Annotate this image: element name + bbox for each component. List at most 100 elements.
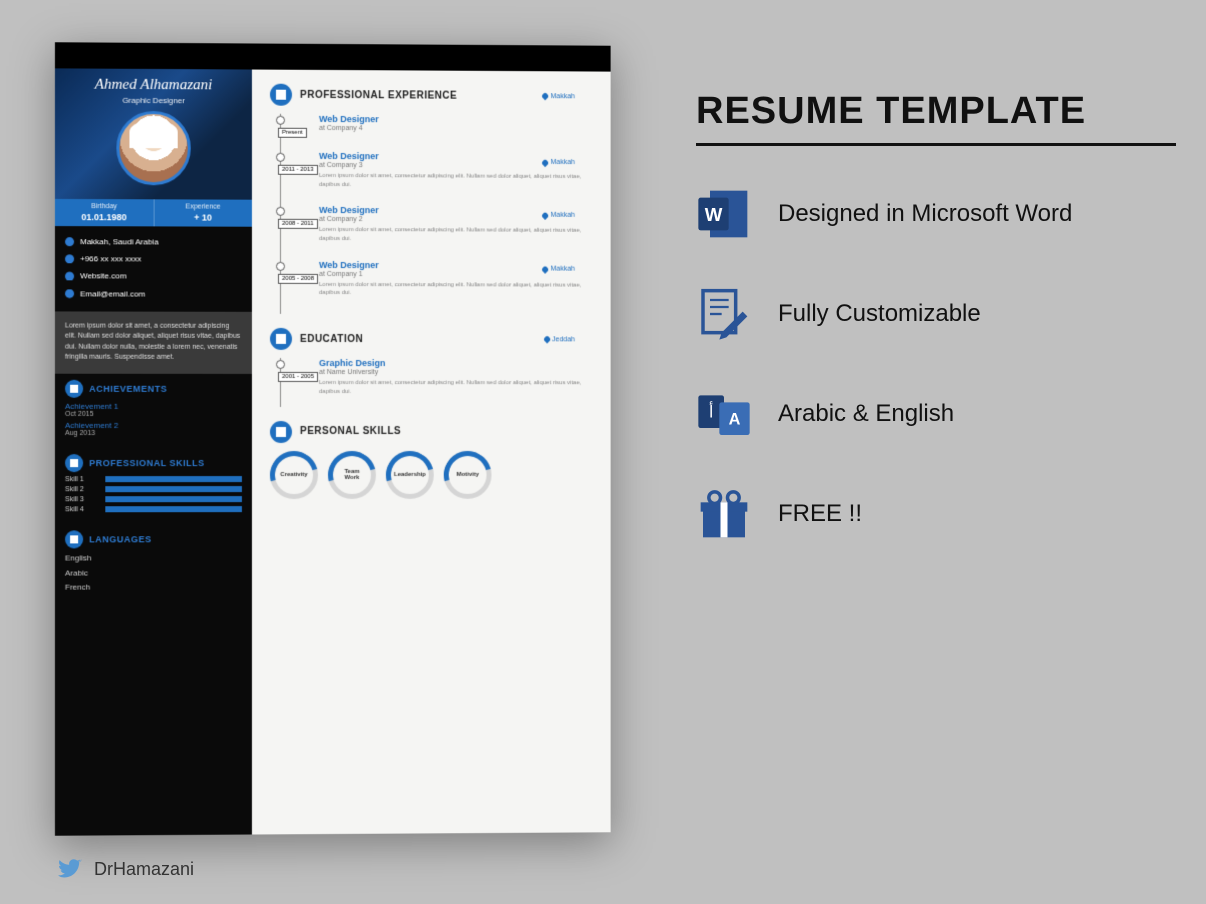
skill-name: Skill 2	[65, 486, 99, 493]
skill-ring: Motivity	[444, 450, 492, 498]
timeline-entry: 2008 - 2011 Web Designer at Company 2 Lo…	[281, 205, 593, 260]
experience-timeline: Present Web Designer at Company 4 Makkah…	[280, 114, 593, 315]
timeline-entry: 2001 - 2005 Graphic Design at Name Unive…	[281, 358, 593, 407]
university: at Name University	[319, 369, 593, 376]
education-timeline: 2001 - 2005 Graphic Design at Name Unive…	[280, 358, 593, 407]
graduation-icon	[270, 328, 292, 350]
achievements-section: ACHIEVEMENTS Achievement 1 Oct 2015 Achi…	[55, 373, 252, 447]
location-tag: Jeddah	[544, 336, 575, 343]
job-title: Web Designer	[319, 205, 593, 216]
prof-skills-section: PROFESSIONAL SKILLS Skill 1 Skill 2 Skil…	[55, 448, 252, 524]
twitter-icon	[56, 856, 82, 882]
company: at Company 1	[319, 271, 593, 279]
contact-website: Website.com	[80, 269, 126, 284]
person-name: Ahmed Alhamazani	[63, 76, 244, 94]
job-desc: Lorem ipsum dolor sit amet, consectetur …	[319, 281, 593, 299]
contact-phone: +966 xx xxx xxxx	[80, 251, 141, 266]
contact-email: Email@email.com	[80, 286, 145, 301]
resume-mockup: Ahmed Alhamazani Graphic Designer Birthd…	[55, 42, 611, 835]
language-item: Arabic	[65, 567, 242, 580]
timeline-dot	[276, 207, 285, 216]
timeline-dot	[276, 153, 285, 162]
svg-text:A: A	[729, 411, 741, 429]
company: at Company 3	[319, 162, 593, 170]
skill-ring: Leadership	[386, 450, 434, 498]
skill-name: Skill 4	[65, 506, 99, 513]
experience-value: + 10	[160, 212, 246, 222]
language-item: French	[65, 582, 242, 595]
feature-label: Arabic & English	[778, 400, 954, 428]
resume-sidebar: Ahmed Alhamazani Graphic Designer Birthd…	[55, 42, 252, 835]
timeline-entry: Present Web Designer at Company 4 Makkah	[281, 114, 593, 152]
job-title: Web Designer	[319, 260, 593, 271]
timeline-entry: 2011 - 2013 Web Designer at Company 3 Lo…	[281, 151, 593, 207]
topbar	[252, 43, 611, 71]
tools-icon	[65, 454, 83, 472]
period-badge: 2001 - 2005	[278, 372, 318, 382]
feature-row: W Designed in Microsoft Word	[696, 186, 1176, 242]
experience-label: Experience	[160, 203, 246, 210]
language-icon: أA	[696, 386, 752, 442]
email-icon	[65, 289, 74, 298]
feature-row: أA Arabic & English	[696, 386, 1176, 442]
skill-rings: Creativity Team Work Leadership Motivity	[270, 450, 593, 498]
achievement-title: Achievement 2	[65, 421, 242, 430]
company: at Company 2	[319, 216, 593, 224]
achievements-title: ACHIEVEMENTS	[89, 384, 167, 394]
prof-skills-title: PROFESSIONAL SKILLS	[89, 458, 204, 468]
languages-section: LANGUAGES English Arabic French	[55, 524, 252, 603]
feature-label: Designed in Microsoft Word	[778, 200, 1072, 228]
timeline-dot	[276, 360, 285, 369]
globe-icon	[65, 530, 83, 548]
resume-main: PROFESSIONAL EXPERIENCE Makkah Present W…	[252, 43, 611, 834]
job-title: Web Designer	[319, 151, 593, 162]
skill-ring: Team Work	[328, 450, 376, 498]
period-badge: Present	[278, 128, 307, 138]
job-title: Web Designer	[319, 114, 593, 125]
period-badge: 2005 - 2008	[278, 274, 318, 284]
personal-skills-title: PERSONAL SKILLS	[300, 426, 401, 437]
period-badge: 2011 - 2013	[278, 165, 318, 175]
svg-text:أ: أ	[709, 402, 714, 422]
twitter-handle: DrHamazani	[56, 856, 194, 882]
birthday-label: Birthday	[61, 203, 147, 210]
website-icon	[65, 272, 74, 281]
pin-icon	[543, 335, 551, 343]
word-icon: W	[696, 186, 752, 242]
edu-desc: Lorem ipsum dolor sit amet, consectetur …	[319, 379, 593, 397]
phone-icon	[65, 254, 74, 263]
job-desc: Lorem ipsum dolor sit amet, consectetur …	[319, 226, 593, 244]
contact-location: Makkah, Saudi Arabia	[80, 234, 158, 249]
promo-panel: RESUME TEMPLATE W Designed in Microsoft …	[696, 90, 1176, 586]
skill-bar	[105, 486, 242, 492]
svg-text:W: W	[705, 204, 723, 225]
skill-bar	[105, 506, 242, 512]
info-band: Birthday 01.01.1980 Experience + 10	[55, 199, 252, 227]
header-card: Ahmed Alhamazani Graphic Designer	[55, 68, 252, 199]
briefcase-icon	[270, 84, 292, 106]
avatar	[116, 111, 190, 186]
skill-bar	[105, 496, 242, 502]
contact-block: Makkah, Saudi Arabia +966 xx xxx xxxx We…	[55, 226, 252, 312]
achievement-date: Aug 2013	[65, 430, 242, 437]
experience-cell: Experience + 10	[154, 199, 252, 226]
feature-row: FREE !!	[696, 486, 1176, 542]
birthday-cell: Birthday 01.01.1980	[55, 199, 154, 226]
trophy-icon	[65, 379, 83, 397]
pin-icon	[541, 92, 549, 100]
edit-icon	[696, 286, 752, 342]
skill-bar	[105, 476, 242, 482]
timeline-dot	[276, 262, 285, 271]
job-desc: Lorem ipsum dolor sit amet, consectetur …	[319, 172, 593, 190]
languages-title: LANGUAGES	[89, 534, 151, 544]
education-title: EDUCATION	[300, 334, 363, 345]
achievement-title: Achievement 1	[65, 402, 242, 411]
feature-row: Fully Customizable	[696, 286, 1176, 342]
location-icon	[65, 237, 74, 246]
skill-name: Skill 3	[65, 496, 99, 503]
language-item: English	[65, 552, 242, 565]
gift-icon	[696, 486, 752, 542]
person-icon	[270, 420, 292, 442]
achievement-date: Oct 2015	[65, 411, 242, 418]
feature-label: Fully Customizable	[778, 300, 981, 328]
